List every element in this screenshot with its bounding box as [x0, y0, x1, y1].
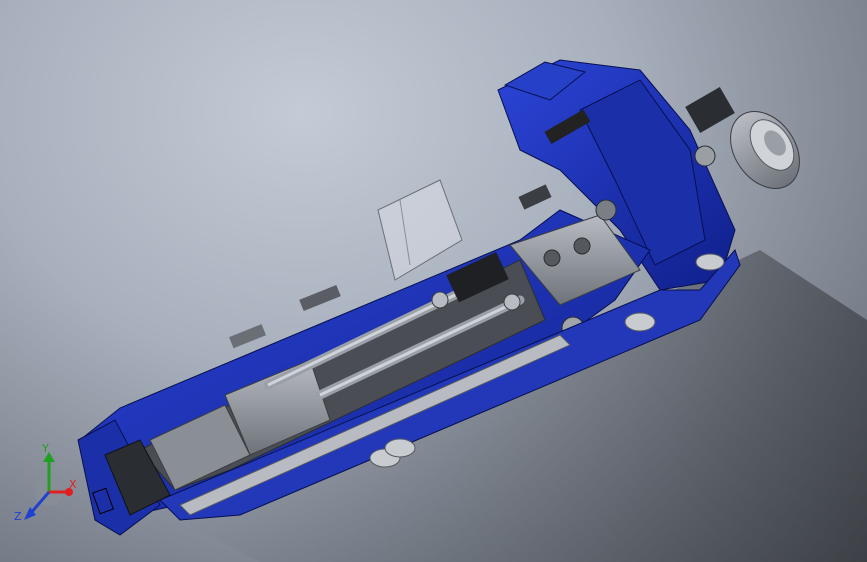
z-axis-label: Z: [14, 510, 22, 523]
lego-model[interactable]: [0, 0, 867, 562]
technic-pin: [595, 199, 617, 221]
y-axis-label: Y: [41, 442, 49, 455]
x-axis-label: X: [69, 478, 77, 491]
technic-pin: [543, 249, 561, 267]
technic-pin: [694, 145, 716, 167]
orientation-triad[interactable]: Y X Z: [14, 440, 84, 530]
technic-pin: [573, 237, 591, 255]
glass-canopy: [377, 179, 463, 281]
3d-viewport[interactable]: Y X Z: [0, 0, 867, 562]
